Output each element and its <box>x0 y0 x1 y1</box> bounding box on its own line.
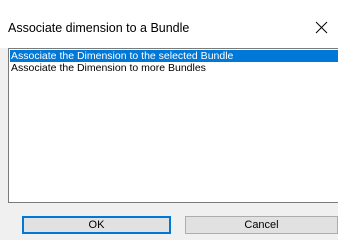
association-listbox[interactable]: Associate the Dimension to the selected … <box>8 48 338 203</box>
dialog-window: Associate dimension to a Bundle Associat… <box>0 0 338 240</box>
close-icon <box>315 21 328 34</box>
list-item-label: Associate the Dimension to more Bundles <box>11 62 206 74</box>
ok-button-label: OK <box>88 219 105 231</box>
cancel-button[interactable]: Cancel <box>185 216 338 234</box>
list-item[interactable]: Associate the Dimension to the selected … <box>10 50 338 62</box>
list-item-label: Associate the Dimension to the selected … <box>11 50 234 62</box>
list-item[interactable]: Associate the Dimension to more Bundles <box>10 62 206 74</box>
ok-button[interactable]: OK <box>22 216 171 234</box>
dialog-title: Associate dimension to a Bundle <box>8 21 190 35</box>
title-bar[interactable]: Associate dimension to a Bundle <box>0 8 338 48</box>
close-button[interactable] <box>308 8 338 48</box>
cancel-button-label: Cancel <box>244 219 279 231</box>
background-window-edge <box>0 0 338 8</box>
